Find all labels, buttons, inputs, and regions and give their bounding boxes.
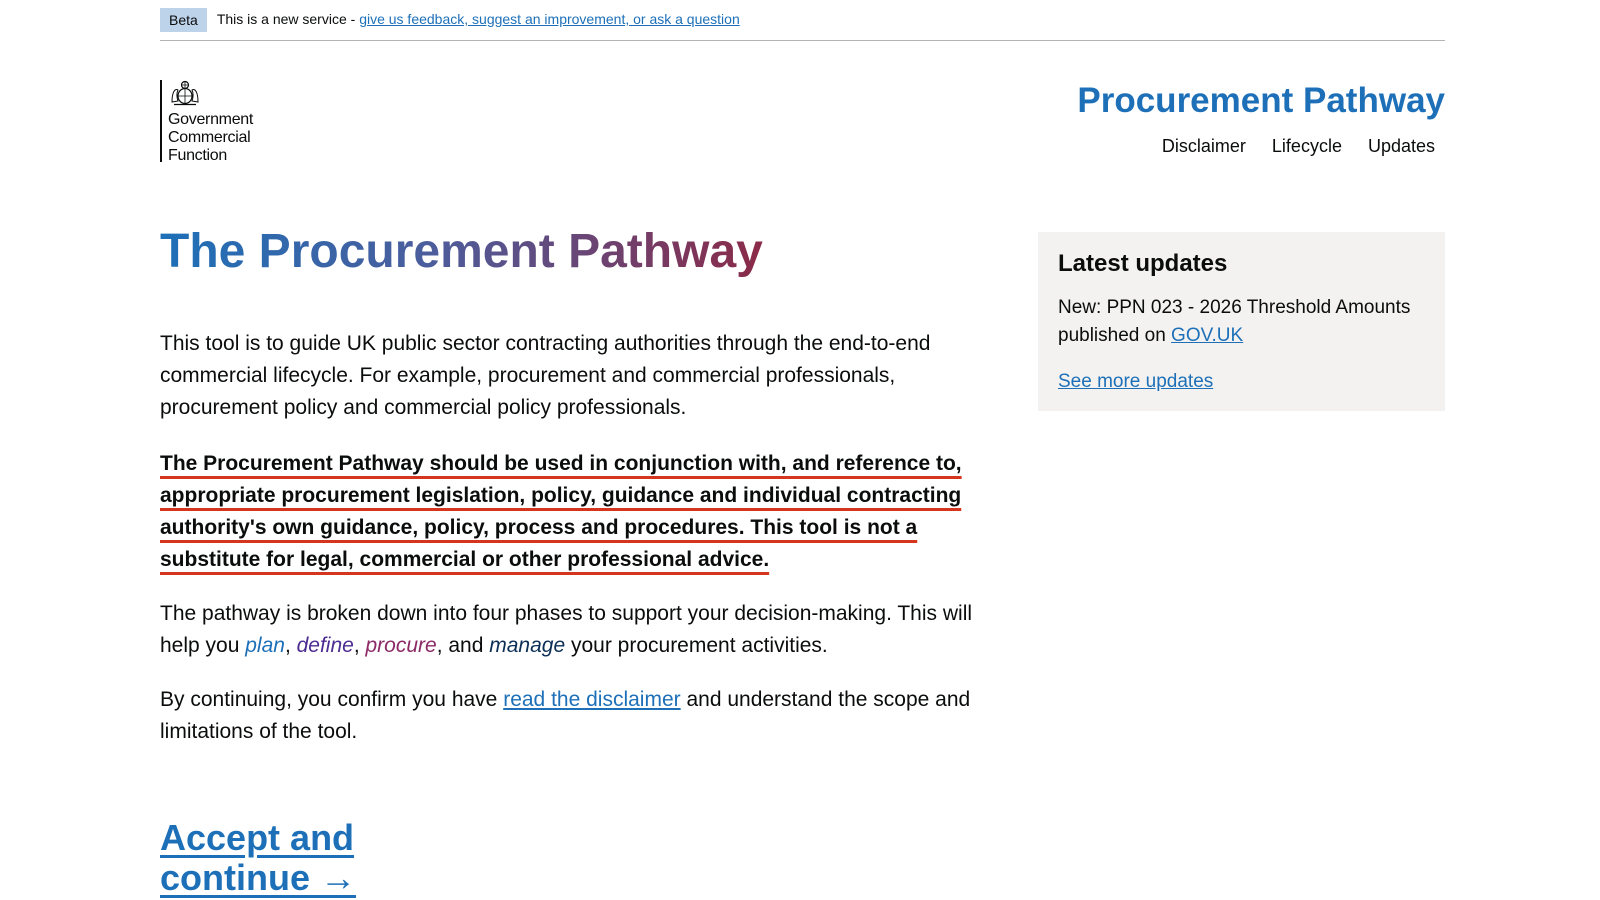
gcf-logo[interactable]: Government Commercial Function xyxy=(160,80,254,164)
feedback-link[interactable]: give us feedback, suggest an improvement… xyxy=(359,11,740,27)
keyword-plan: plan xyxy=(245,634,285,657)
nav-item-updates[interactable]: Updates xyxy=(1368,136,1435,157)
nav-item-disclaimer[interactable]: Disclaimer xyxy=(1162,136,1246,157)
confirm-paragraph: By continuing, you confirm you have read… xyxy=(160,684,1010,748)
update-item: New: PPN 023 - 2026 Threshold Amounts pu… xyxy=(1058,294,1425,350)
page-title: The Procurement Pathway xyxy=(160,222,763,282)
beta-message: This is a new service - xyxy=(216,11,360,27)
warning-text: The Procurement Pathway should be used i… xyxy=(160,452,962,571)
logo-line-3: Function xyxy=(168,147,227,164)
main-content: The Procurement Pathway This tool is to … xyxy=(160,222,1010,898)
govuk-link[interactable]: GOV.UK xyxy=(1171,325,1243,346)
beta-banner: Beta This is a new service - give us fee… xyxy=(160,8,1445,41)
service-name-link[interactable]: Procurement Pathway xyxy=(1077,80,1445,122)
keyword-define: define xyxy=(296,634,354,657)
phases-sep-1: , xyxy=(284,634,297,657)
phases-sep-2: , xyxy=(353,634,366,657)
royal-crest-icon xyxy=(171,80,199,106)
phases-paragraph: The pathway is broken down into four pha… xyxy=(160,598,1010,662)
beta-tag: Beta xyxy=(160,8,207,32)
site-header: Government Commercial Function Procureme… xyxy=(160,80,1445,180)
nav-item-lifecycle[interactable]: Lifecycle xyxy=(1272,136,1342,157)
phases-end: your procurement activities. xyxy=(565,634,828,657)
phases-sep-3: , and xyxy=(436,634,490,657)
warning-paragraph: The Procurement Pathway should be used i… xyxy=(160,448,1010,576)
keyword-manage: manage xyxy=(489,634,566,657)
page: Beta This is a new service - give us fee… xyxy=(0,0,1600,900)
header-nav: Disclaimer Lifecycle Updates xyxy=(1162,136,1435,157)
intro-paragraph: This tool is to guide UK public sector c… xyxy=(160,332,931,419)
beta-text: This is a new service - give us feedback… xyxy=(217,7,740,31)
confirm-before: By continuing, you confirm you have xyxy=(160,688,504,711)
keyword-procure: procure xyxy=(365,634,437,657)
see-more-updates-link[interactable]: See more updates xyxy=(1058,368,1213,396)
latest-updates-panel: Latest updates New: PPN 023 - 2026 Thres… xyxy=(1038,232,1445,411)
logo-line-2: Commercial xyxy=(168,129,251,146)
logo-line-1: Government xyxy=(168,111,254,128)
accept-continue-button[interactable]: Accept and continue → xyxy=(160,818,400,898)
latest-updates-title: Latest updates xyxy=(1058,250,1228,277)
disclaimer-link[interactable]: read the disclaimer xyxy=(503,688,680,711)
